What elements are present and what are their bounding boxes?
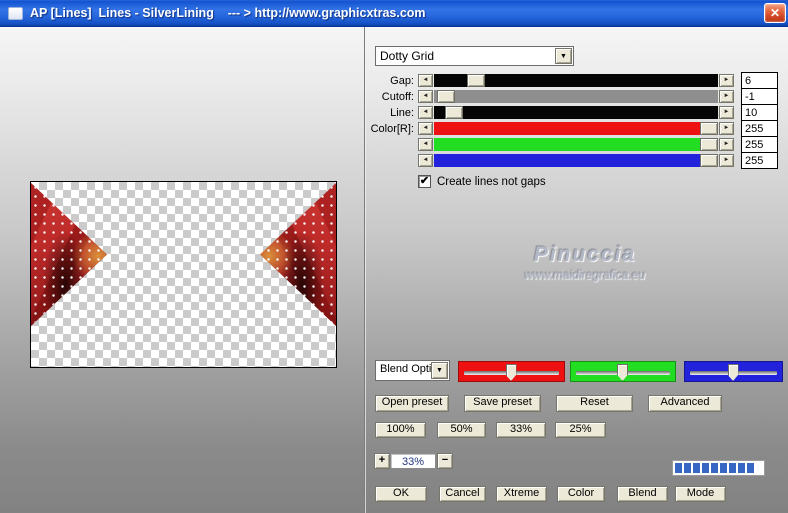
red-value-field[interactable]: 255 — [741, 120, 778, 137]
preview-left-triangle — [31, 183, 107, 326]
slider-thumb[interactable] — [700, 138, 718, 151]
zoom-out-button[interactable]: − — [437, 453, 453, 469]
slider-label: Cutoff: — [381, 91, 414, 103]
slider-right-arrow-icon[interactable]: ► — [719, 138, 734, 151]
create-lines-checkbox[interactable]: ✔ — [418, 175, 431, 188]
xtreme-button[interactable]: Xtreme — [496, 486, 547, 502]
slider-left-arrow-icon[interactable]: ◄ — [418, 122, 433, 135]
slider-thumb[interactable] — [437, 90, 455, 103]
slider-row-line: Line: ◄ ► — [0, 106, 788, 120]
slider-label: Color[R]: — [370, 123, 414, 135]
slider-right-arrow-icon[interactable]: ► — [719, 154, 734, 167]
zoom-100-button[interactable]: 100% — [375, 422, 426, 438]
zoom-50-button[interactable]: 50% — [437, 422, 486, 438]
open-preset-button[interactable]: Open preset — [375, 395, 449, 412]
progress-bar — [672, 460, 765, 476]
image-preview[interactable] — [30, 181, 337, 368]
cutoff-value-field[interactable]: -1 — [741, 88, 778, 105]
trackbar-thumb[interactable] — [505, 364, 517, 381]
slider-row-cutoff: Cutoff: ◄ ► — [0, 90, 788, 104]
color-button[interactable]: Color — [557, 486, 605, 502]
title-bar[interactable]: AP [Lines] Lines - SilverLining --- > ht… — [0, 0, 788, 27]
slider-left-arrow-icon[interactable]: ◄ — [418, 106, 433, 119]
slider-thumb[interactable] — [700, 154, 718, 167]
slider-track[interactable] — [434, 122, 718, 135]
slider-track[interactable] — [434, 154, 718, 167]
gap-value-field[interactable]: 6 — [741, 72, 778, 89]
watermark: Pinuccia www.maidiregrafica.eu — [470, 243, 700, 282]
slider-track[interactable] — [434, 90, 718, 103]
chevron-down-icon[interactable]: ▼ — [555, 48, 572, 64]
zoom-25-button[interactable]: 25% — [555, 422, 606, 438]
blend-options-dropdown[interactable]: Blend Opti ▼ — [375, 360, 450, 381]
zoom-33-button[interactable]: 33% — [496, 422, 546, 438]
value-box-column: 6 -1 10 255 255 255 — [741, 72, 778, 169]
zoom-level-field[interactable]: 33% — [390, 453, 436, 469]
window-title: AP [Lines] Lines - SilverLining --- > ht… — [30, 6, 426, 20]
slider-label: Gap: — [390, 75, 414, 87]
slider-left-arrow-icon[interactable]: ◄ — [418, 90, 433, 103]
blue-value-field[interactable]: 255 — [741, 152, 778, 169]
watermark-url: www.maidiregrafica.eu — [524, 268, 646, 282]
slider-thumb[interactable] — [445, 106, 463, 119]
chevron-down-icon[interactable]: ▼ — [431, 362, 448, 379]
progress-segment — [675, 463, 682, 473]
green-value-field[interactable]: 255 — [741, 136, 778, 153]
slider-row-gap: Gap: ◄ ► — [0, 74, 788, 88]
slider-track[interactable] — [434, 106, 718, 119]
slider-row-color-red: Color[R]: ◄ ► — [0, 122, 788, 136]
advanced-button[interactable]: Advanced — [648, 395, 722, 412]
blue-channel-trackbar[interactable] — [684, 361, 783, 382]
slider-row-color-blue: ◄ ► — [0, 154, 788, 168]
app-icon — [8, 7, 23, 20]
slider-thumb[interactable] — [700, 122, 718, 135]
progress-segment — [702, 463, 709, 473]
create-lines-checkbox-label[interactable]: Create lines not gaps — [437, 176, 546, 188]
save-preset-button[interactable]: Save preset — [464, 395, 541, 412]
slider-left-arrow-icon[interactable]: ◄ — [418, 154, 433, 167]
slider-left-arrow-icon[interactable]: ◄ — [418, 74, 433, 87]
progress-segment — [738, 463, 745, 473]
slider-right-arrow-icon[interactable]: ► — [719, 106, 734, 119]
slider-track[interactable] — [434, 138, 718, 151]
plugin-dialog-window: AP [Lines] Lines - SilverLining --- > ht… — [0, 0, 788, 513]
slider-left-arrow-icon[interactable]: ◄ — [418, 138, 433, 151]
blend-button[interactable]: Blend — [617, 486, 668, 502]
close-icon[interactable]: ✕ — [764, 3, 786, 23]
reset-button[interactable]: Reset — [556, 395, 633, 412]
slider-label: Line: — [390, 107, 414, 119]
slider-track[interactable] — [434, 74, 718, 87]
trackbar-thumb[interactable] — [727, 364, 739, 381]
progress-segment — [747, 463, 754, 473]
effect-preset-value[interactable]: Dotty Grid — [375, 46, 574, 66]
mode-button[interactable]: Mode — [675, 486, 726, 502]
progress-segment — [693, 463, 700, 473]
slider-right-arrow-icon[interactable]: ► — [719, 90, 734, 103]
red-channel-trackbar[interactable] — [458, 361, 565, 382]
zoom-in-button[interactable]: + — [374, 453, 390, 469]
line-value-field[interactable]: 10 — [741, 104, 778, 121]
slider-thumb[interactable] — [467, 74, 485, 87]
trackbar-thumb[interactable] — [617, 364, 628, 381]
progress-segment — [720, 463, 727, 473]
effect-preset-dropdown[interactable]: Dotty Grid ▼ — [375, 46, 574, 66]
progress-segment — [711, 463, 718, 473]
progress-segment — [684, 463, 691, 473]
preview-right-triangle — [260, 183, 336, 326]
green-channel-trackbar[interactable] — [570, 361, 676, 382]
cancel-button[interactable]: Cancel — [439, 486, 486, 502]
slider-row-color-green: ◄ ► — [0, 138, 788, 152]
slider-right-arrow-icon[interactable]: ► — [719, 122, 734, 135]
ok-button[interactable]: OK — [375, 486, 427, 502]
watermark-name: Pinuccia — [533, 243, 637, 266]
slider-right-arrow-icon[interactable]: ► — [719, 74, 734, 87]
progress-segment — [729, 463, 736, 473]
